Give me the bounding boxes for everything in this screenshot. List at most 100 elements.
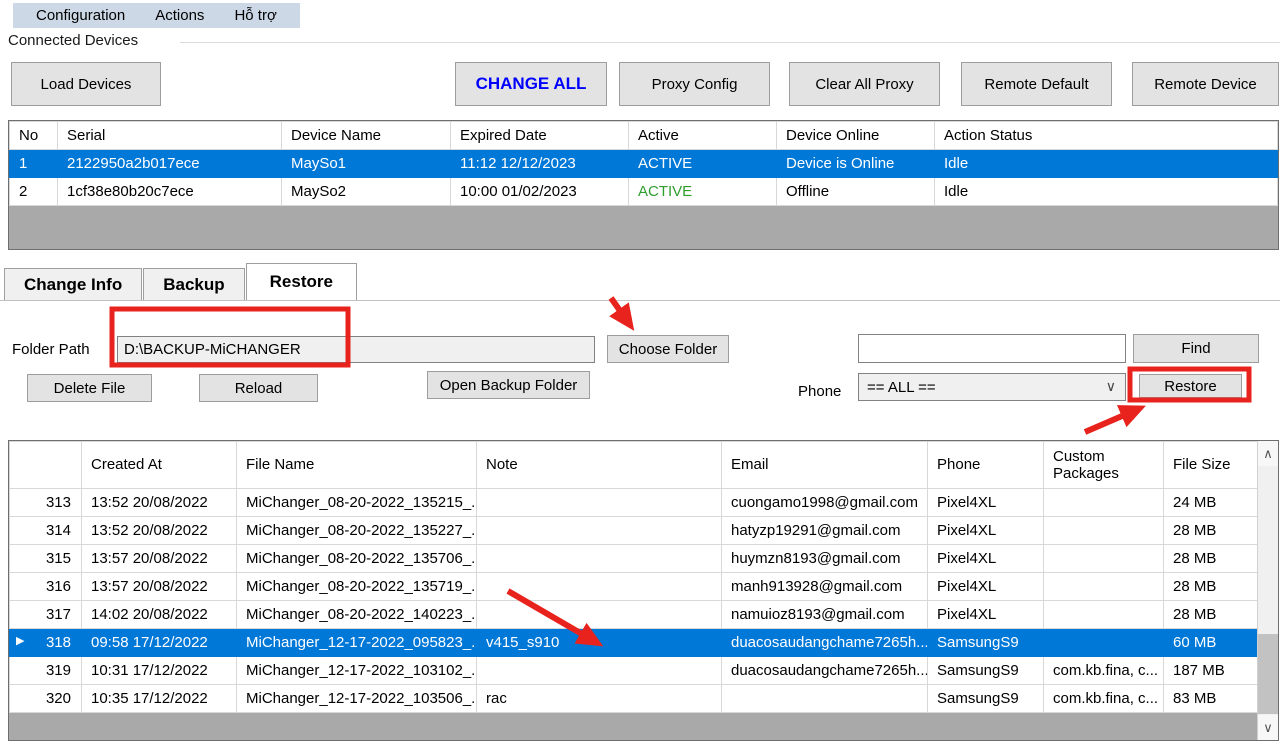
phone-dropdown-value: == ALL == — [867, 379, 936, 396]
cell-packages — [1044, 573, 1164, 601]
cell-no: 319 — [10, 657, 82, 685]
scrollbar-thumb[interactable] — [1258, 634, 1278, 714]
load-devices-button[interactable]: Load Devices — [11, 62, 161, 106]
delete-file-button[interactable]: Delete File — [27, 374, 152, 402]
column-header[interactable]: Phone — [928, 442, 1044, 489]
cell-email — [722, 685, 928, 713]
clear-all-proxy-button[interactable]: Clear All Proxy — [789, 62, 940, 106]
cell-file: MiChanger_08-20-2022_135719_... — [237, 573, 477, 601]
cell-no: 314 — [10, 517, 82, 545]
cell-created: 13:57 20/08/2022 — [82, 573, 237, 601]
cell-no: 316 — [10, 573, 82, 601]
column-header[interactable]: Expired Date — [451, 122, 629, 150]
cell-note — [477, 657, 722, 685]
table-row[interactable]: 31413:52 20/08/2022MiChanger_08-20-2022_… — [10, 517, 1258, 545]
reload-button[interactable]: Reload — [199, 374, 318, 402]
proxy-config-button[interactable]: Proxy Config — [619, 62, 770, 106]
cell-phone: Pixel4XL — [928, 545, 1044, 573]
scroll-down-icon[interactable]: ∨ — [1258, 715, 1278, 740]
change-all-button[interactable]: CHANGE ALL — [455, 62, 607, 106]
cell-serial: 2122950a2b017ece — [58, 150, 282, 178]
cell-file: MiChanger_12-17-2022_095823_... — [237, 629, 477, 657]
current-row-marker-icon: ▶ — [16, 634, 24, 647]
cell-file: MiChanger_12-17-2022_103102_... — [237, 657, 477, 685]
menu-help[interactable]: Hỗ trợ — [219, 7, 291, 24]
cell-phone: SamsungS9 — [928, 685, 1044, 713]
menu-actions[interactable]: Actions — [140, 7, 219, 24]
cell-size: 187 MB — [1164, 657, 1258, 685]
column-header[interactable]: Serial — [58, 122, 282, 150]
column-header[interactable]: Custom Packages — [1044, 442, 1164, 489]
cell-packages — [1044, 489, 1164, 517]
cell-packages — [1044, 629, 1164, 657]
cell-email: namuioz8193@gmail.com — [722, 601, 928, 629]
cell-phone: Pixel4XL — [928, 573, 1044, 601]
find-input[interactable] — [858, 334, 1126, 363]
phone-dropdown[interactable]: == ALL == ∨ — [858, 373, 1126, 401]
column-header[interactable]: File Name — [237, 442, 477, 489]
column-header[interactable]: Created At — [82, 442, 237, 489]
cell-packages — [1044, 517, 1164, 545]
column-header[interactable]: Note — [477, 442, 722, 489]
cell-created: 13:52 20/08/2022 — [82, 489, 237, 517]
table-row[interactable]: 12122950a2b017eceMaySo111:12 12/12/2023A… — [10, 150, 1278, 178]
table-row[interactable]: 31714:02 20/08/2022MiChanger_08-20-2022_… — [10, 601, 1258, 629]
cell-email: cuongamo1998@gmail.com — [722, 489, 928, 517]
cell-packages — [1044, 545, 1164, 573]
table-row[interactable]: 21cf38e80b20c7eceMaySo210:00 01/02/2023A… — [10, 178, 1278, 206]
cell-packages — [1044, 601, 1164, 629]
column-header[interactable]: No — [10, 122, 58, 150]
cell-device_name: MaySo2 — [282, 178, 451, 206]
column-header[interactable]: Device Name — [282, 122, 451, 150]
open-backup-folder-button[interactable]: Open Backup Folder — [427, 371, 590, 399]
remote-default-button[interactable]: Remote Default — [961, 62, 1112, 106]
column-header[interactable]: File Size — [1164, 442, 1258, 489]
cell-created: 09:58 17/12/2022 — [82, 629, 237, 657]
device-table-header: NoSerialDevice NameExpired DateActiveDev… — [10, 122, 1278, 150]
table-row[interactable]: 31313:52 20/08/2022MiChanger_08-20-2022_… — [10, 489, 1258, 517]
vertical-scrollbar[interactable]: ∧ ∨ — [1257, 441, 1278, 740]
table-row[interactable]: 32010:35 17/12/2022MiChanger_12-17-2022_… — [10, 685, 1258, 713]
cell-size: 28 MB — [1164, 517, 1258, 545]
cell-note — [477, 489, 722, 517]
cell-note: v415_s910 — [477, 629, 722, 657]
groupbox-border — [180, 42, 1280, 43]
cell-size: 28 MB — [1164, 545, 1258, 573]
column-header[interactable]: Active — [629, 122, 777, 150]
remote-device-button[interactable]: Remote Device — [1132, 62, 1279, 106]
scroll-up-icon[interactable]: ∧ — [1258, 441, 1278, 466]
column-header[interactable]: Device Online — [777, 122, 935, 150]
cell-file: MiChanger_08-20-2022_135215_... — [237, 489, 477, 517]
column-header[interactable] — [10, 442, 82, 489]
cell-email: duacosaudangchame7265h... — [722, 657, 928, 685]
device-table: NoSerialDevice NameExpired DateActiveDev… — [8, 120, 1279, 250]
table-row[interactable]: 31910:31 17/12/2022MiChanger_12-17-2022_… — [10, 657, 1258, 685]
cell-size: 24 MB — [1164, 489, 1258, 517]
tab-restore[interactable]: Restore — [246, 263, 357, 300]
cell-no: 317 — [10, 601, 82, 629]
cell-created: 13:52 20/08/2022 — [82, 517, 237, 545]
cell-no: 320 — [10, 685, 82, 713]
table-row[interactable]: ▶31809:58 17/12/2022MiChanger_12-17-2022… — [10, 629, 1258, 657]
cell-expired: 10:00 01/02/2023 — [451, 178, 629, 206]
table-row[interactable]: 31513:57 20/08/2022MiChanger_08-20-2022_… — [10, 545, 1258, 573]
menu-bar: Configuration Actions Hỗ trợ — [13, 3, 300, 28]
cell-created: 14:02 20/08/2022 — [82, 601, 237, 629]
tab-backup[interactable]: Backup — [143, 268, 244, 300]
column-header[interactable]: Email — [722, 442, 928, 489]
cell-online: Device is Online — [777, 150, 935, 178]
menu-configuration[interactable]: Configuration — [21, 7, 140, 24]
find-button[interactable]: Find — [1133, 334, 1259, 363]
restore-button[interactable]: Restore — [1139, 374, 1242, 398]
table-row[interactable]: 31613:57 20/08/2022MiChanger_08-20-2022_… — [10, 573, 1258, 601]
cell-expired: 11:12 12/12/2023 — [451, 150, 629, 178]
choose-folder-button[interactable]: Choose Folder — [607, 335, 729, 363]
tab-change-info[interactable]: Change Info — [4, 268, 142, 300]
cell-phone: SamsungS9 — [928, 629, 1044, 657]
folder-path-input[interactable] — [117, 336, 595, 363]
cell-email: manh913928@gmail.com — [722, 573, 928, 601]
cell-no: 315 — [10, 545, 82, 573]
cell-phone: Pixel4XL — [928, 517, 1044, 545]
column-header[interactable]: Action Status — [935, 122, 1278, 150]
cell-status: Idle — [935, 150, 1278, 178]
